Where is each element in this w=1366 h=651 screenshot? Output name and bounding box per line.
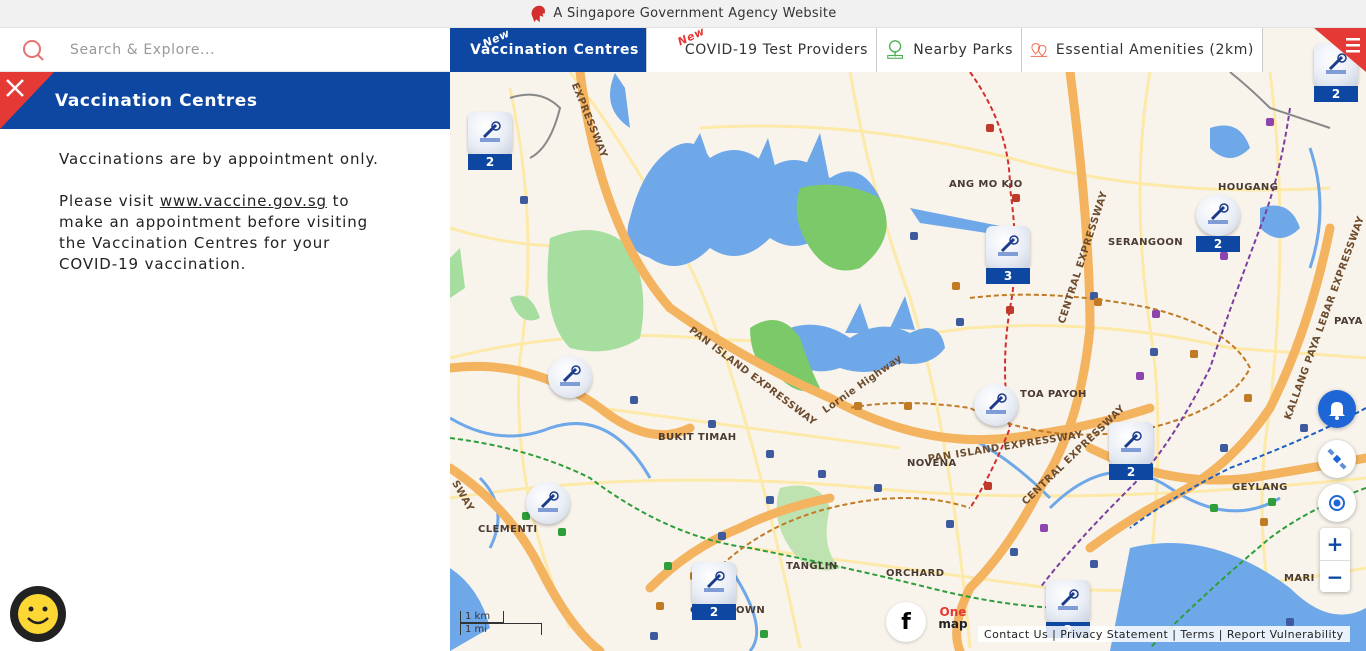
footer-separator: | [1218,627,1223,641]
tab-label: Nearby Parks [913,42,1013,58]
locate-icon [1329,495,1345,511]
place-label: SERANGOON [1108,237,1184,248]
search-bar [0,28,450,72]
centre-count: 2 [1109,464,1153,480]
syringe-icon [1046,580,1090,622]
tab-label: Essential Amenities (2km) [1055,42,1254,58]
syringe-icon [1196,194,1240,236]
visit-prefix: Please visit [59,192,160,210]
centre-count: 2 [1196,236,1240,252]
park-bench-icon [887,40,903,59]
gov-banner-text: A Singapore Government Agency Website [553,6,837,21]
vaccination-centre-marker[interactable]: 2 [692,562,736,620]
place-label: PAYA [1334,316,1363,327]
menu-icon[interactable] [1314,28,1366,72]
vaccination-centre-marker[interactable]: 2 [1196,194,1240,252]
vaccination-centre-marker[interactable] [974,384,1018,426]
centre-count: 2 [1314,86,1358,102]
centre-count: 2 [468,154,512,170]
zoom-in-button[interactable]: + [1320,528,1350,560]
privacy-statement-link[interactable]: Privacy Statement [1060,628,1168,641]
smiley-face-icon [18,594,58,634]
map-canvas[interactable]: New Vaccination Centres New COVID-19 Tes… [450,28,1366,651]
government-banner: A Singapore Government Agency Website [0,0,1366,28]
vaccination-centre-marker[interactable] [526,482,570,524]
footer-separator: | [1172,627,1177,641]
scale-mi: 1 mi [460,623,542,635]
syringe-icon [526,482,570,524]
tab-vaccination-centres[interactable]: New Vaccination Centres [450,28,647,72]
vaccine-gov-link[interactable]: www.vaccine.gov.sg [160,192,327,210]
vaccination-centre-marker[interactable]: 2 [468,112,512,170]
scale-km: 1 km [460,611,504,623]
terms-link[interactable]: Terms [1180,628,1214,641]
footer-links: Contact Us | Privacy Statement | Terms |… [978,626,1350,642]
report-vulnerability-link[interactable]: Report Vulnerability [1227,628,1344,641]
facebook-icon: f [901,609,911,635]
footer-separator: | [1052,627,1057,641]
place-label: ORCHARD [886,568,945,579]
syringe-icon [1109,422,1153,464]
vaccination-centre-marker[interactable] [548,356,592,398]
place-label: GEYLANG [1232,482,1288,493]
place-label: OWN [736,605,766,616]
syringe-icon [548,356,592,398]
my-location-button[interactable] [1318,484,1356,522]
place-label: MARI [1284,573,1315,584]
appointment-note: Vaccinations are by appointment only. [59,150,379,168]
search-input[interactable] [70,41,400,58]
place-label: TANGLIN [786,561,838,572]
centre-count: 3 [986,268,1030,284]
panel-title: Vaccination Centres [55,90,258,111]
contact-us-link[interactable]: Contact Us [984,628,1048,641]
bell-icon [1329,402,1345,420]
tab-label: COVID-19 Test Providers [684,42,868,58]
zoom-out-button[interactable]: − [1320,560,1350,592]
syringe-icon [986,226,1030,268]
tab-essential-amenities[interactable]: Essential Amenities (2km) [1022,28,1263,72]
satellite-icon [1327,448,1347,470]
panel-content: Vaccinations are by appointment only. Pl… [0,129,390,275]
onemap-logo[interactable]: One map [936,606,970,642]
side-panel: Vaccination Centres Vaccinations are by … [0,28,450,651]
category-tabs: New Vaccination Centres New COVID-19 Tes… [450,28,1263,72]
zoom-control: + − [1320,528,1350,592]
onemap-logo-bottom: map [938,617,968,631]
visit-instructions: Please visit www.vaccine.gov.sg to make … [59,191,390,275]
place-label: ANG MO KIO [949,179,1023,190]
place-label: CLEMENTI [478,524,538,535]
place-label: HOUGANG [1218,182,1279,193]
place-label: TOA PAYOH [1020,389,1087,400]
close-icon[interactable] [0,72,54,129]
notifications-button[interactable] [1318,390,1356,428]
vaccination-centre-marker[interactable]: 2 [1109,422,1153,480]
satellite-view-button[interactable] [1318,440,1356,478]
map-pin-amenities-icon [1030,43,1048,57]
syringe-icon [692,562,736,604]
search-icon[interactable] [22,39,44,61]
syringe-icon [468,112,512,154]
syringe-icon [974,384,1018,426]
map-scale: 1 km 1 mi [460,611,542,635]
panel-header: Vaccination Centres [0,72,450,129]
centre-count: 2 [692,604,736,620]
tab-covid-test-providers[interactable]: New COVID-19 Test Providers [647,28,877,72]
vaccination-centre-marker[interactable]: 3 [986,226,1030,284]
lion-head-icon [531,5,546,22]
place-label: BUKIT TIMAH [658,432,737,443]
tab-nearby-parks[interactable]: Nearby Parks [877,28,1022,72]
facebook-button[interactable]: f [886,602,926,642]
feedback-smiley-button[interactable] [10,586,66,642]
